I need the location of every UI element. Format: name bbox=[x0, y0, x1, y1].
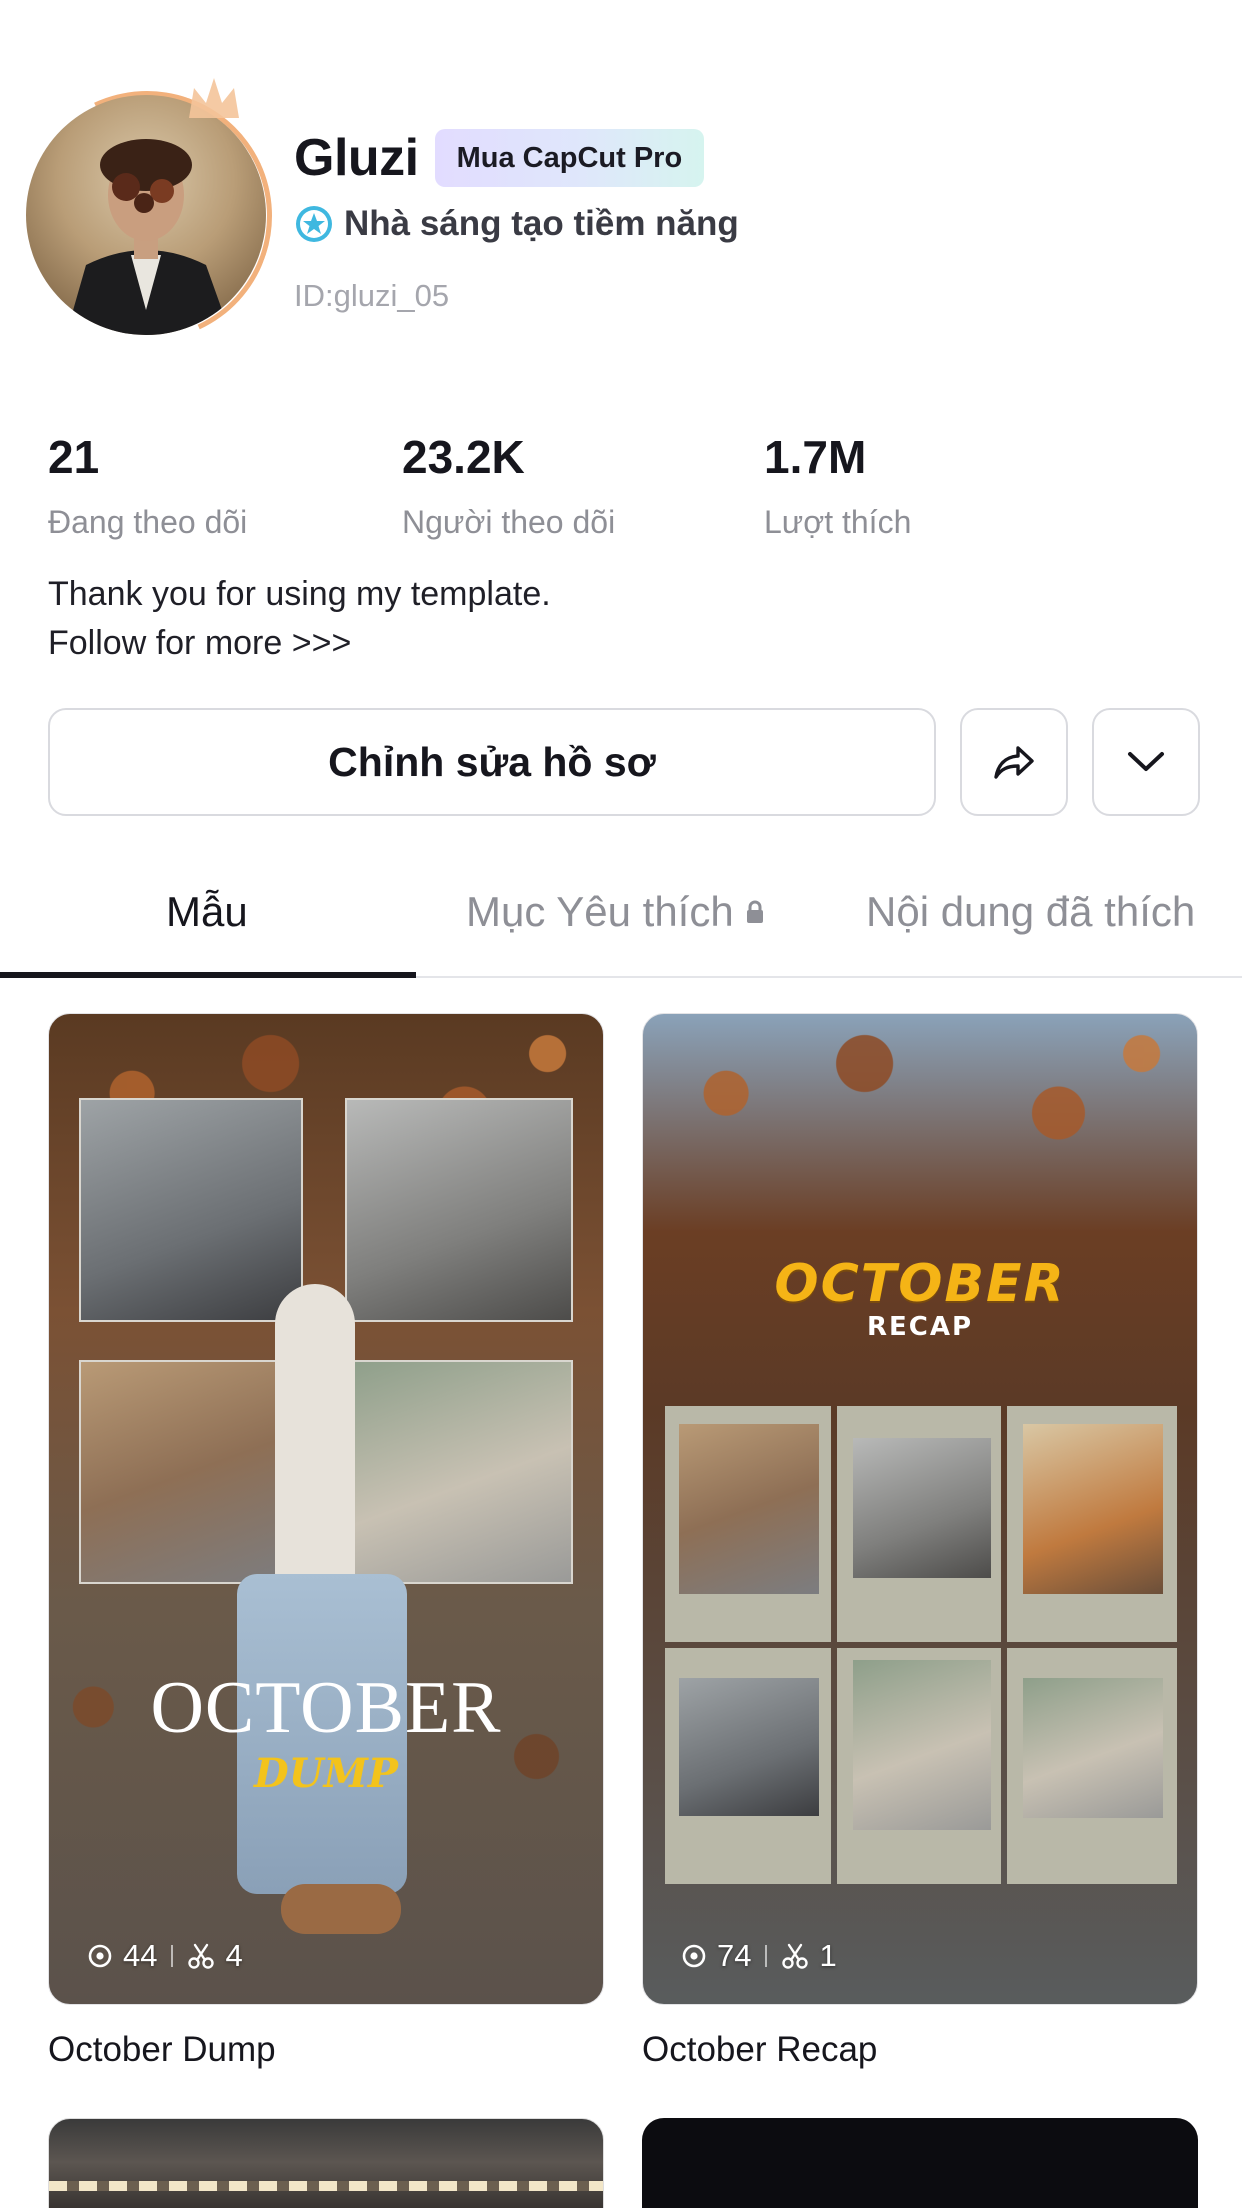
collage-photo bbox=[679, 1678, 819, 1816]
creator-status[interactable]: Nhà sáng tạo tiềm năng bbox=[294, 204, 739, 244]
creator-label: Nhà sáng tạo tiềm năng bbox=[344, 204, 739, 243]
card-stats: 44 4 bbox=[87, 1938, 243, 1974]
view-count: 74 bbox=[717, 1938, 752, 1973]
stat-value: 1.7M bbox=[764, 431, 867, 483]
use-count: 1 bbox=[819, 1938, 837, 1973]
tab-favorites[interactable]: Mục Yêu thích bbox=[466, 888, 766, 936]
template-name[interactable]: October Recap bbox=[642, 2030, 877, 2070]
collage-photo bbox=[345, 1098, 573, 1322]
collage-photo bbox=[1023, 1678, 1163, 1818]
stats-separator bbox=[171, 1945, 174, 1967]
avatar[interactable] bbox=[0, 55, 308, 377]
stat-followers[interactable]: 23.2K Người theo dõi bbox=[402, 430, 615, 541]
scissors-icon bbox=[782, 1943, 809, 1969]
profile-bio: Thank you for using my template. Follow … bbox=[48, 570, 551, 668]
stat-label: Người theo dõi bbox=[402, 504, 616, 540]
card-overlay-subtitle: DUMP bbox=[254, 1750, 398, 1797]
bio-line: Thank you for using my template. bbox=[48, 575, 551, 613]
avatar-portrait-icon bbox=[66, 139, 231, 335]
card-stats: 74 1 bbox=[681, 1938, 837, 1974]
use-count: 4 bbox=[225, 1938, 243, 1973]
stats-separator bbox=[765, 1945, 768, 1967]
collage-photo bbox=[853, 1660, 991, 1830]
tab-templates[interactable]: Mẫu bbox=[166, 888, 248, 936]
chevron-down-icon bbox=[1128, 752, 1164, 771]
profile-tabs: Mẫu Mục Yêu thích Nội dung đã thích bbox=[0, 860, 1242, 978]
tab-label: Nội dung đã thích bbox=[866, 888, 1196, 935]
capcut-pro-badge[interactable]: Mua CapCut Pro bbox=[434, 129, 705, 187]
bio-line: Follow for more >>> bbox=[48, 624, 352, 662]
avatar-image bbox=[26, 95, 266, 335]
user-id: ID:gluzi_05 bbox=[294, 278, 450, 313]
edit-profile-button[interactable]: Chỉnh sửa hồ sơ bbox=[48, 708, 936, 816]
share-profile-button[interactable] bbox=[960, 708, 1068, 816]
stat-likes[interactable]: 1.7M Lượt thích bbox=[764, 430, 911, 541]
view-count: 44 bbox=[123, 1938, 158, 1973]
lock-icon bbox=[746, 900, 763, 923]
template-name[interactable]: October Dump bbox=[48, 2030, 276, 2070]
active-tab-indicator bbox=[0, 972, 416, 978]
card-overlay-title: OCTOBER bbox=[150, 1667, 502, 1749]
eye-icon bbox=[682, 1944, 706, 1968]
template-card-next[interactable] bbox=[48, 2118, 604, 2208]
profile-name-row: Gluzi Mua CapCut Pro bbox=[294, 128, 705, 188]
scissors-icon bbox=[188, 1943, 215, 1969]
stat-value: 23.2K bbox=[402, 431, 525, 483]
model-figure bbox=[275, 1284, 355, 1584]
card-overlay-title: OCTOBER bbox=[774, 1254, 1066, 1314]
card-overlay-subtitle: RECAP bbox=[866, 1312, 974, 1342]
template-card-october-recap[interactable]: OCTOBER RECAP 74 1 bbox=[642, 1013, 1198, 2005]
boots-figure bbox=[281, 1884, 401, 1934]
share-arrow-icon bbox=[994, 746, 1034, 779]
stat-value: 21 bbox=[48, 431, 100, 483]
template-card-october-dump[interactable]: OCTOBER DUMP 44 4 bbox=[48, 1013, 604, 2005]
collage-photo bbox=[853, 1438, 991, 1578]
stat-following[interactable]: 21 Đang theo dõi bbox=[48, 430, 247, 541]
profile-name: Gluzi bbox=[294, 129, 419, 187]
collage-photo bbox=[79, 1098, 303, 1322]
tab-liked-content[interactable]: Nội dung đã thích bbox=[866, 888, 1195, 936]
star-badge-icon bbox=[296, 206, 332, 242]
more-options-button[interactable] bbox=[1092, 708, 1200, 816]
lights-strip bbox=[49, 2181, 603, 2191]
collage-photo bbox=[345, 1360, 573, 1584]
collage-photo bbox=[79, 1360, 303, 1584]
template-card-next[interactable] bbox=[642, 2118, 1198, 2208]
eye-icon bbox=[88, 1944, 112, 1968]
crown-icon bbox=[189, 78, 239, 118]
tab-label: Mục Yêu thích bbox=[466, 888, 734, 935]
stat-label: Đang theo dõi bbox=[48, 504, 248, 540]
collage-photo bbox=[679, 1424, 819, 1594]
collage-photo bbox=[1023, 1424, 1163, 1594]
tab-label: Mẫu bbox=[166, 888, 248, 935]
stat-label: Lượt thích bbox=[764, 504, 912, 540]
